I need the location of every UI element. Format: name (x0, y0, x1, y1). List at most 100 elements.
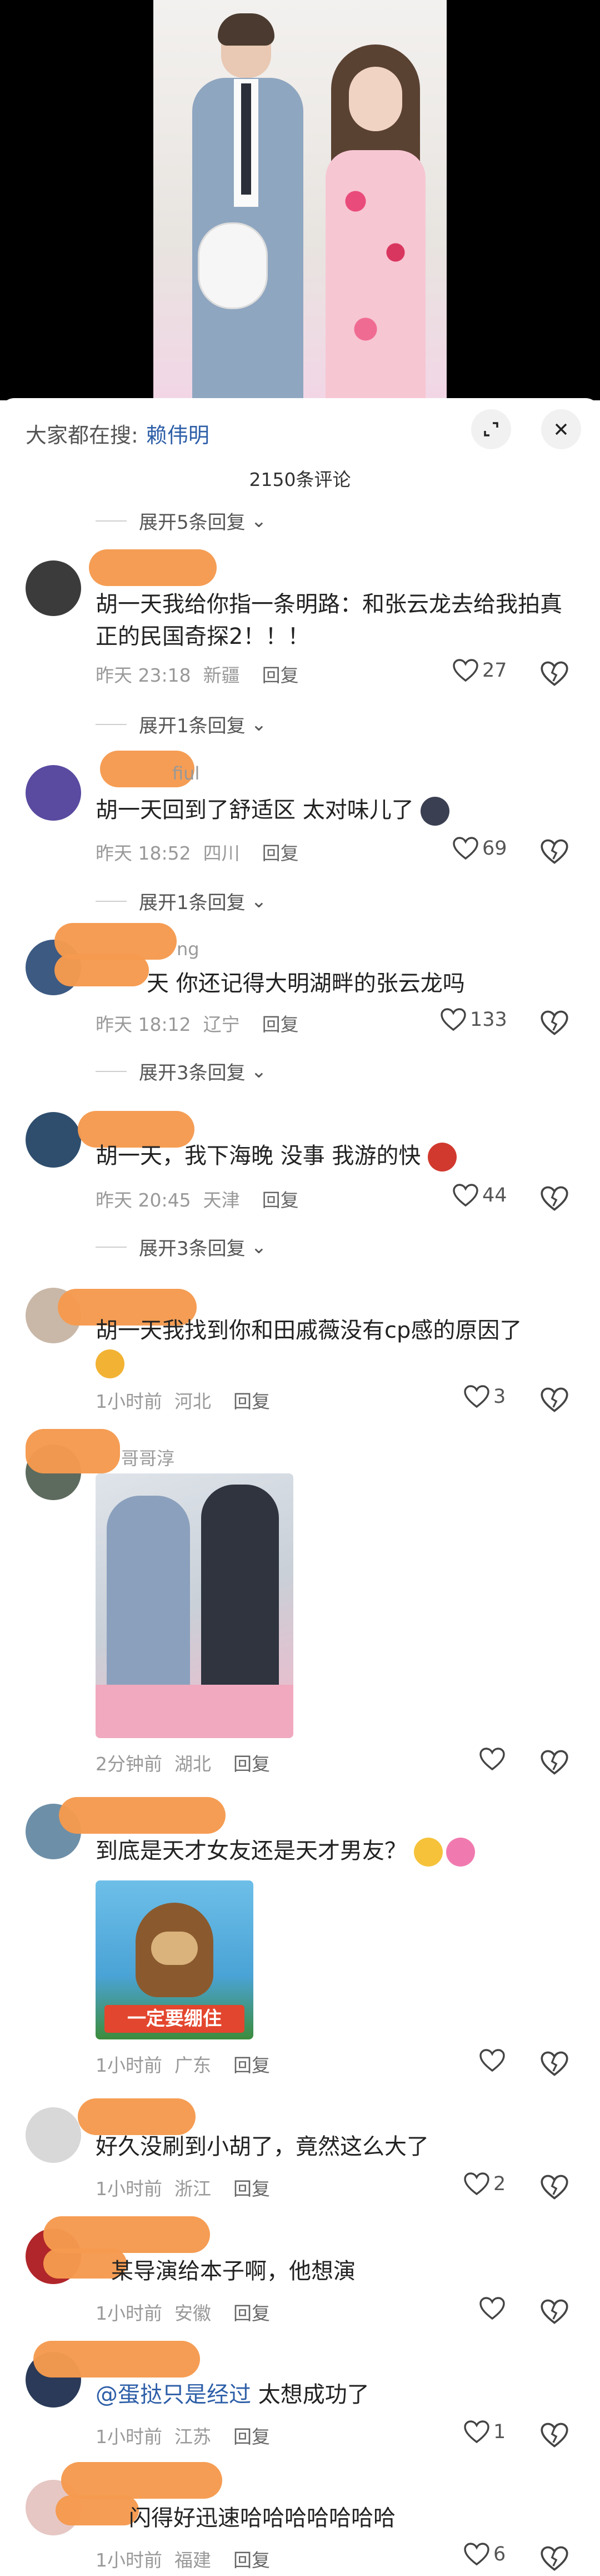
broken-heart-icon[interactable] (540, 1185, 569, 1212)
like-button[interactable]: 44 (452, 1183, 507, 1208)
reply-button[interactable]: 回复 (233, 2299, 270, 2325)
like-button[interactable]: 27 (452, 658, 507, 683)
reply-button[interactable]: 回复 (262, 838, 299, 865)
broken-heart-icon[interactable] (540, 2545, 569, 2572)
comment-image[interactable] (96, 1473, 293, 1738)
heart-icon (464, 2172, 489, 2196)
expand-replies-label: 展开1条回复 (139, 715, 246, 737)
comment-meta: 昨天 18:12 辽宁 回复 (96, 1010, 299, 1036)
comment-meta: 1小时前 安徽 回复 (96, 2299, 270, 2325)
expand-replies-label: 展开5条回复 (139, 512, 246, 534)
like-button[interactable]: 2 (463, 2172, 506, 2196)
sticker-image[interactable]: 一定要绷住 (96, 1880, 253, 2039)
image-person-right (201, 1485, 279, 1718)
comment-text: 天 你还记得大明湖畔的张云龙吗 (147, 971, 465, 996)
like-count: 2 (493, 2173, 506, 2195)
reply-button[interactable]: 回复 (262, 1010, 299, 1036)
broken-heart-icon[interactable] (540, 2299, 569, 2325)
reply-button[interactable]: 回复 (233, 2174, 270, 2201)
redaction-mark (61, 2462, 222, 2499)
comment-location: 湖北 (174, 1753, 211, 1775)
like-button[interactable]: 3 (463, 1384, 506, 1409)
comment-time: 1小时前 (96, 2549, 162, 2571)
like-count: 3 (493, 1386, 506, 1408)
comment-text: 胡一天我给你指一条明路：和张云龙去给我拍真正的民国奇探2！！！ (96, 592, 562, 649)
expand-replies-button[interactable]: 展开5条回复 ⌄ (96, 507, 267, 534)
redaction-mark (89, 549, 217, 586)
redaction-mark (43, 2216, 210, 2253)
comment-text: 胡一天回到了舒适区 太对味儿了 (96, 794, 573, 826)
like-count: 133 (470, 1009, 507, 1031)
chevron-down-icon: ⌄ (251, 713, 267, 736)
heart-icon (464, 2543, 489, 2566)
like-count: 44 (482, 1184, 507, 1207)
broken-heart-icon[interactable] (540, 2174, 569, 2201)
comment-time: 1小时前 (96, 2426, 162, 2448)
comment-meta: 昨天 18:52 四川 回复 (96, 838, 299, 865)
heart-icon (479, 2297, 505, 2320)
like-button[interactable] (479, 2296, 509, 2321)
emoji-icon (421, 797, 450, 826)
comment-time: 1小时前 (96, 2054, 162, 2076)
broken-heart-icon[interactable] (540, 838, 569, 865)
comment-text-body: 太想成功了 (251, 2382, 369, 2408)
reply-button[interactable]: 回复 (233, 1387, 270, 1413)
avatar[interactable] (26, 2107, 81, 2163)
reply-button[interactable]: 回复 (233, 2051, 270, 2077)
image-bottom-pink (96, 1685, 293, 1738)
broken-heart-icon[interactable] (540, 1387, 569, 1413)
comment-time: 1小时前 (96, 1391, 162, 1412)
close-button[interactable] (541, 409, 581, 449)
search-suggestion-keyword[interactable]: 赖伟明 (146, 423, 209, 448)
redaction-mark (33, 2341, 200, 2378)
broken-heart-icon[interactable] (540, 661, 569, 687)
avatar[interactable] (26, 765, 81, 821)
reply-button[interactable]: 回复 (262, 1185, 299, 1212)
broken-heart-icon[interactable] (540, 1010, 569, 1036)
broken-heart-icon[interactable] (540, 2051, 569, 2077)
comment-text: 胡一天，我下海晚 没事 我游的快 (96, 1140, 573, 1172)
video-person-female (314, 44, 437, 400)
reply-button[interactable]: 回复 (262, 661, 299, 687)
comment-username[interactable]: fiul (172, 763, 199, 784)
mention-link[interactable]: @蛋挞只是经过 (96, 2382, 251, 2408)
like-button[interactable]: 69 (452, 836, 507, 861)
chevron-down-icon: ⌄ (251, 509, 267, 532)
like-count: 69 (482, 837, 507, 860)
like-button[interactable] (479, 2048, 509, 2073)
like-button[interactable] (479, 1747, 509, 1771)
redaction-mark (56, 2495, 139, 2525)
like-button[interactable]: 1 (463, 2420, 506, 2444)
comment-text-body: 胡一天回到了舒适区 太对味儿了 (96, 797, 414, 823)
comment-time: 昨天 23:18 (96, 664, 191, 686)
comment-username[interactable]: ng (177, 939, 199, 960)
comment-username[interactable]: 哥哥淳 (121, 1445, 174, 1470)
comment-time: 2分钟前 (96, 1753, 162, 1775)
minimize-button[interactable] (471, 409, 511, 449)
comment-time: 1小时前 (96, 2178, 162, 2200)
like-button[interactable]: 6 (463, 2542, 506, 2567)
comment-location: 天津 (203, 1189, 240, 1211)
reply-button[interactable]: 回复 (233, 2422, 270, 2449)
expand-replies-button[interactable]: 展开1条回复 ⌄ (96, 711, 267, 738)
like-count: 6 (493, 2543, 506, 2565)
broken-heart-icon[interactable] (540, 1749, 569, 1776)
like-button[interactable]: 133 (440, 1007, 507, 1032)
search-suggestion[interactable]: 大家都在搜: 赖伟明 (26, 418, 209, 449)
broken-heart-icon[interactable] (540, 2422, 569, 2449)
avatar[interactable] (26, 1112, 81, 1168)
sticker-caption: 一定要绷住 (104, 2005, 244, 2033)
video-person-male (187, 13, 303, 400)
comment-count: 2150条评论 (249, 469, 351, 490)
search-suggestion-prefix: 大家都在搜: (26, 423, 138, 448)
comment-time: 昨天 18:12 (96, 1014, 191, 1035)
avatar[interactable] (26, 560, 81, 616)
comment-location: 辽宁 (203, 1014, 240, 1035)
expand-replies-button[interactable]: 展开1条回复 ⌄ (96, 887, 267, 915)
expand-replies-button[interactable]: 展开3条回复 ⌄ (96, 1058, 267, 1085)
expand-replies-button[interactable]: 展开3条回复 ⌄ (96, 1233, 267, 1260)
reply-button[interactable]: 回复 (233, 1749, 270, 1776)
reply-button[interactable]: 回复 (233, 2545, 270, 2572)
video-player[interactable] (0, 0, 600, 400)
comment-meta: 昨天 20:45 天津 回复 (96, 1185, 299, 1212)
